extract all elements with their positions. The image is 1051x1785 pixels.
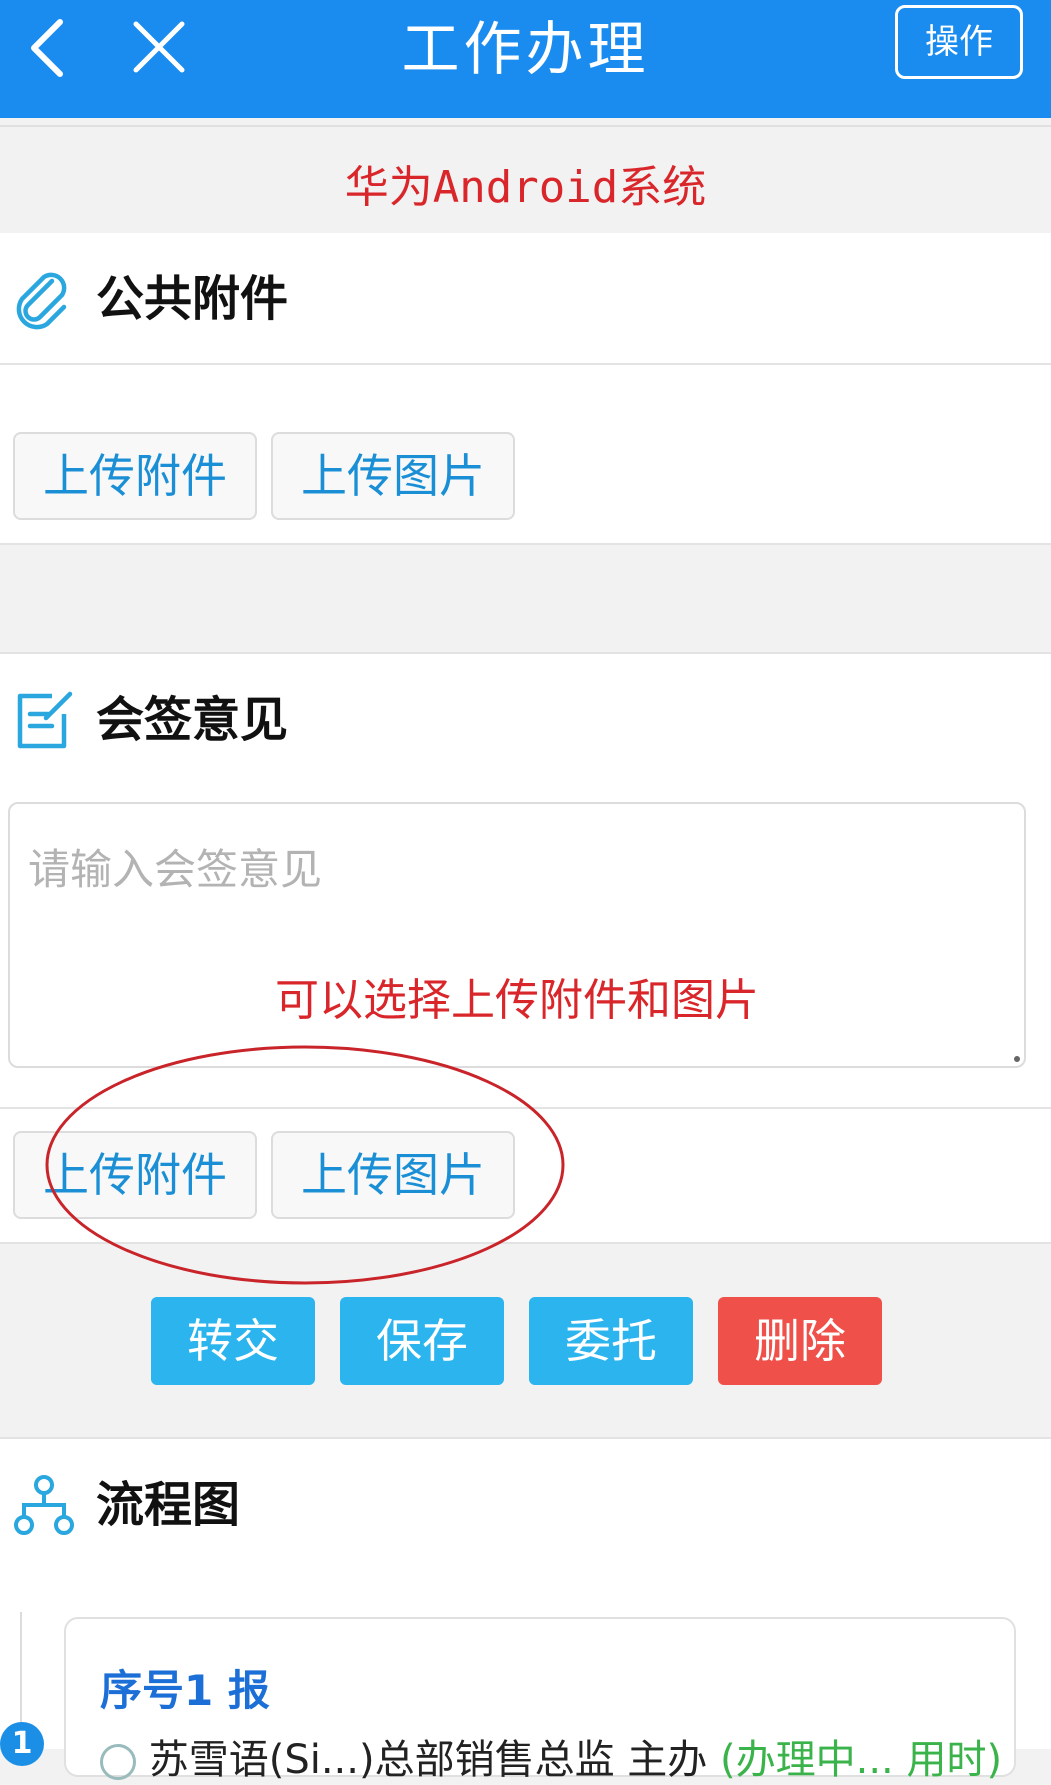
step-number-badge: 1 [0,1722,44,1766]
system-label: 华为Android系统 [344,162,707,213]
operate-button[interactable]: 操作 [895,5,1023,79]
flowchart-title: 流程图 [96,1477,241,1533]
divider [0,1107,1051,1109]
upload-image-button[interactable]: 上传图片 [271,432,515,520]
page-title: 工作办理 [401,15,650,83]
upload-hint-annotation: 可以选择上传附件和图片 [275,975,759,1026]
countersign-opinion-input[interactable]: 请输入会签意见 可以选择上传附件和图片 [8,802,1026,1068]
resize-handle-icon[interactable] [1014,1056,1020,1062]
countersign-upload-image-button[interactable]: 上传图片 [271,1131,515,1219]
flow-step-status: (办理中... 用时) [720,1737,1003,1783]
top-app-bar: 工作办理 操作 [0,0,1051,118]
attachments-title: 公共附件 [96,271,289,327]
flow-step-card[interactable]: 序号1 报 苏雪语(Si...)总部销售总监 主办 (办理中... 用时) [64,1617,1016,1783]
flow-step-person: 苏雪语(Si...)总部销售总监 主办 (办理中... 用时) [100,1727,1002,1785]
countersign-upload-attachment-button[interactable]: 上传附件 [13,1131,257,1219]
flow-step-person-text: 苏雪语(Si...)总部销售总监 主办 [148,1737,708,1783]
countersign-title: 会签意见 [96,692,289,748]
save-button[interactable]: 保存 [340,1297,504,1385]
flow-step-title: 序号1 报 [100,1666,270,1715]
delete-button[interactable]: 删除 [718,1297,882,1385]
opinion-placeholder: 请输入会签意见 [28,845,323,894]
system-label-row: 华为Android系统 [0,125,1051,235]
attachments-body: 上传附件 上传图片 [0,365,1051,545]
countersign-section-header: 会签意见 [0,652,1051,786]
user-icon [100,1744,136,1780]
entrust-button[interactable]: 委托 [529,1297,693,1385]
transfer-button[interactable]: 转交 [151,1297,315,1385]
edit-note-icon [17,691,73,749]
attachments-section-header: 公共附件 [0,233,1051,365]
upload-attachment-button[interactable]: 上传附件 [13,432,257,520]
flowchart-icon [14,1475,74,1535]
flowchart-section-header: 流程图 [0,1437,1051,1571]
paperclip-icon [16,272,67,330]
